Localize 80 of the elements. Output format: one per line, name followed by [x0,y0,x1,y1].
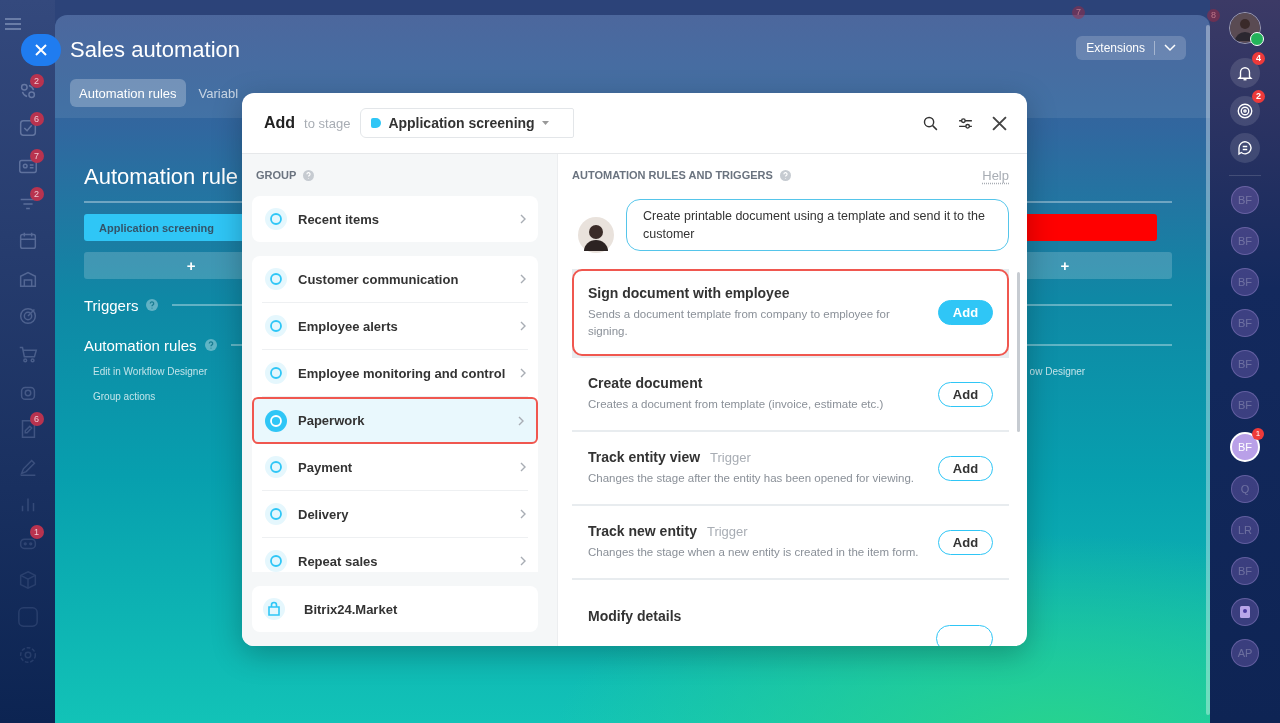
count-badge: 2 [1252,89,1265,103]
page-title: Sales automation [70,37,240,63]
help-icon[interactable] [303,169,315,181]
square-icon[interactable] [16,606,39,629]
rule-title: Track entity view [588,449,701,465]
link[interactable]: ow Designer [1029,366,1172,377]
dialog-subtitle: to stage [304,115,351,131]
help-icon[interactable] [204,339,217,351]
count-badge: 4 [1252,52,1265,65]
shopping-bag-icon [262,597,286,621]
help-icon[interactable] [146,299,159,311]
count-badge: 7 [29,149,44,164]
chevron-right-icon [518,415,524,426]
add-button[interactable]: Add [938,529,993,555]
rule-card[interactable]: Sign document with employee Sends a document template from company to employee for signing. Add [572,269,1009,356]
count-badge: 1 [1252,427,1264,440]
group-item[interactable]: Delivery [262,491,528,538]
add-button[interactable] [936,625,993,646]
close-icon[interactable] [992,115,1007,131]
count-badge: 2 [29,74,44,88]
chevron-right-icon [520,509,526,519]
chevron-right-icon [520,214,526,224]
rule-card[interactable]: Modify details [572,580,1009,646]
chevron-right-icon [520,368,526,378]
rule-description: Creates a document from template (invoice, estimate etc.) [588,397,885,412]
group-item[interactable]: Payment [262,444,528,491]
section-heading: Automation rule [84,164,239,190]
chevron-down-icon [1164,44,1176,52]
count-badge: 7 [1072,6,1085,19]
rule-title: Sign document with employee [588,285,790,301]
dialog-title: Add [264,114,296,132]
pulse-icon[interactable] [1236,101,1254,120]
column-heading: AUTOMATION RULES AND TRIGGERS [572,169,773,181]
count-badge: 6 [29,412,44,427]
rule-description: Changes the stage when a new entity is created in the item form. [588,545,920,560]
rule-card[interactable]: Track entity view Trigger Changes the stage after the entity has been opened for viewing. Add [572,432,1009,504]
user-avatar[interactable] [1229,12,1261,44]
group-item[interactable]: Employee alerts [262,303,528,350]
rule-card[interactable]: Track new entity Trigger Changes the stage when a new entity is created in the item form. Add [572,506,1009,578]
rule-title: Create document [588,375,703,391]
add-button[interactable]: Add [938,300,993,325]
caret-icon [541,121,549,125]
group-item[interactable]: Paperwork [252,397,538,444]
help-icon[interactable] [779,169,791,181]
section-title: Triggers [84,296,139,314]
help-link[interactable]: Help [982,167,1009,183]
extensions-button[interactable]: Extensions [1076,36,1186,60]
section-title: Automation rules [84,336,197,354]
assistant-avatar [578,217,614,253]
tab[interactable]: Variabl [189,79,248,107]
close-icon [35,44,47,56]
group-item[interactable]: Repeat sales [262,538,528,572]
group-item[interactable]: Customer communication [262,256,528,303]
count-badge: 2 [29,186,44,201]
contact-book-icon [1240,605,1250,618]
chevron-right-icon [520,462,526,472]
rule-title: Modify details [588,608,682,624]
column-heading: GROUP [256,169,297,181]
hint-bubble: Create printable document using a template and send it to the customer [626,199,1009,251]
tab[interactable]: Automation rules [70,79,186,107]
count-badge: 1 [29,525,44,540]
rule-title: Track new entity [588,523,697,539]
chevron-right-icon [520,321,526,331]
count-badge: 8 [1207,9,1220,22]
rule-card[interactable]: Create document Creates a document from template (invoice, estimate etc.) Add [572,358,1009,430]
rule-description: Changes the stage after the entity has been opened for viewing. [588,471,916,486]
add-button[interactable]: Add [938,455,993,481]
search-icon[interactable] [922,114,939,132]
chevron-right-icon [520,274,526,284]
trigger-tag: Trigger [710,450,751,465]
chevron-right-icon [520,556,526,566]
add-button[interactable]: Add [938,381,993,407]
bell-icon[interactable] [1236,64,1254,82]
close-button[interactable] [21,34,61,66]
trigger-tag: Trigger [706,524,748,539]
market-item[interactable]: Bitrix24.Market [252,586,538,632]
count-badge: 6 [29,111,44,126]
contact-avatar[interactable] [1231,597,1259,626]
rule-description: Sends a document template from company to employee for signing. [588,307,891,339]
stage-dropdown[interactable]: Application screening [360,108,574,138]
